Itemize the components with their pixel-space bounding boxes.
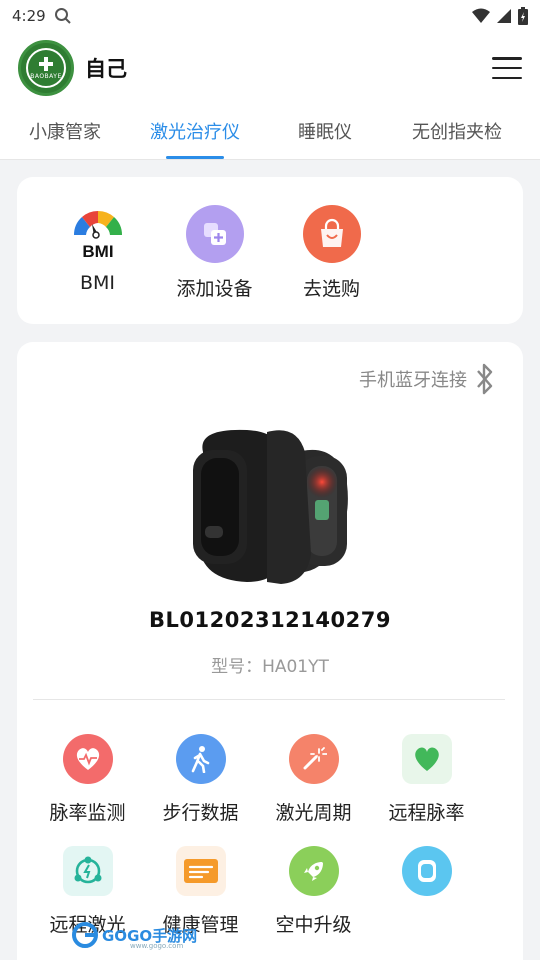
logo-text: BAOBAYE — [30, 73, 62, 80]
battery-icon — [518, 7, 528, 25]
tab-sleep[interactable]: 睡眠仪 — [298, 104, 352, 159]
bmi-gauge-icon: BMI — [73, 210, 122, 261]
logo-emblem: BAOBAYE — [26, 48, 66, 88]
tab-finger-clip[interactable]: 无创指夹检 — [412, 104, 502, 159]
feature-watch[interactable] — [370, 846, 483, 958]
feature-laser-cycle[interactable]: 激光周期 — [257, 734, 370, 846]
bluetooth-label: 手机蓝牙连接 — [359, 370, 467, 391]
watch-icon — [401, 846, 452, 896]
feature-label: 激光周期 — [275, 802, 352, 824]
user-name[interactable]: 自己 — [85, 53, 127, 83]
device-model: 型号：HA01YT — [211, 657, 329, 677]
bmi-icon-text: BMI — [82, 242, 113, 261]
feature-walking-data[interactable]: 步行数据 — [144, 734, 257, 846]
medical-cross-icon — [39, 57, 53, 71]
status-bar: 4:29 — [0, 0, 540, 32]
feature-label: 步行数据 — [162, 802, 239, 824]
add-device-label: 添加设备 — [176, 278, 253, 300]
feature-ota-upgrade[interactable]: 空中升级 — [257, 846, 370, 958]
health-card-icon — [175, 846, 226, 896]
add-device-button[interactable]: 添加设备 — [156, 205, 273, 324]
device-serial: BL01202312140279 — [149, 608, 391, 632]
device-card: 手机蓝牙连接 BL01202312140279 型号：HA01YT 脉率监测 步… — [17, 342, 523, 960]
status-time: 4:29 — [12, 7, 46, 25]
device-tabs: 小康管家 激光治疗仪 睡眠仪 无创指夹检 — [0, 104, 540, 160]
heart-pulse-icon — [62, 734, 113, 784]
shop-label: 去选购 — [302, 278, 360, 300]
remote-laser-icon — [62, 846, 113, 896]
menu-icon-line — [492, 57, 522, 60]
laser-wand-icon — [288, 734, 339, 784]
rocket-icon — [288, 846, 339, 896]
walking-icon — [175, 734, 226, 784]
watermark-sub: www.gogo.com — [130, 942, 184, 950]
bluetooth-icon — [477, 363, 493, 395]
brand-logo[interactable]: BAOBAYE — [18, 40, 74, 96]
feature-label: 远程脉率 — [388, 802, 465, 824]
tab-laser-therapy[interactable]: 激光治疗仪 — [150, 104, 240, 159]
gogo-logo-icon — [72, 922, 98, 948]
divider — [33, 699, 505, 700]
wifi-icon — [472, 8, 490, 23]
watermark-logo: GOGO手游网 www.gogo.com — [72, 922, 197, 950]
search-status-icon — [54, 8, 71, 24]
tab-xiaokang[interactable]: 小康管家 — [29, 104, 101, 159]
menu-icon-line — [492, 66, 522, 70]
shopping-bag-icon — [302, 205, 361, 263]
signal-icon — [497, 9, 511, 23]
bluetooth-connect-button[interactable]: 手机蓝牙连接 — [359, 362, 495, 396]
bmi-label: BMI — [79, 272, 116, 294]
feature-pulse-monitor[interactable]: 脉率监测 — [31, 734, 144, 846]
bmi-button[interactable]: BMI BMI — [39, 205, 156, 324]
feature-label: 脉率监测 — [49, 802, 126, 824]
quick-actions-card: BMI BMI 添加设备 去选购 — [17, 177, 523, 324]
smart-band-image — [193, 429, 348, 584]
add-device-icon — [185, 205, 244, 263]
feature-label: 空中升级 — [275, 914, 352, 936]
remote-heart-icon — [401, 734, 452, 784]
app-header: BAOBAYE 自己 — [0, 32, 540, 104]
feature-remote-pulse[interactable]: 远程脉率 — [370, 734, 483, 846]
menu-button[interactable] — [492, 57, 522, 79]
shop-button[interactable]: 去选购 — [273, 205, 390, 324]
menu-icon-line — [492, 76, 522, 79]
